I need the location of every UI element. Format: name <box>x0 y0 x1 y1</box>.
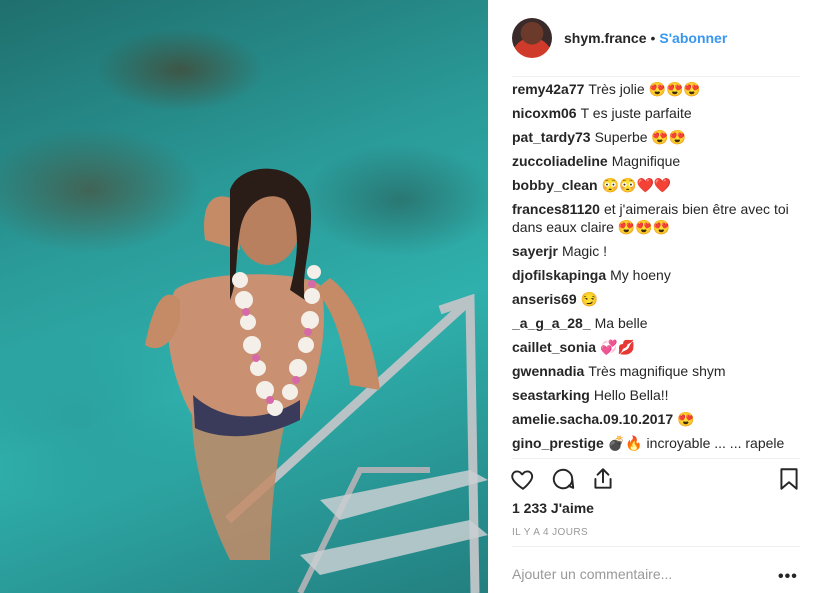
photo-illustration <box>145 168 488 593</box>
comment-text: 💞💋 <box>600 339 635 355</box>
comment-text: Très jolie 😍😍😍 <box>588 81 701 97</box>
comment-username[interactable]: amelie.sacha.09.10.2017 <box>512 411 673 427</box>
comment-text: Très magnifique shym <box>588 363 726 379</box>
comment-item: pat_tardy73 Superbe 😍😍 <box>512 128 802 146</box>
comment-text: Magnifique <box>611 153 681 169</box>
comment-item: sayerjr Magic ! <box>512 242 802 260</box>
comment-item: gino_prestige 💣🔥 incroyable ... ... rapel… <box>512 434 802 452</box>
header-divider <box>512 76 800 77</box>
comment-text: Ma belle <box>594 315 648 331</box>
comment-icon[interactable] <box>550 466 578 494</box>
comment-username[interactable]: caillet_sonia <box>512 339 596 355</box>
comment-username[interactable]: frances81120 <box>512 201 600 217</box>
comment-item: remy42a77 Très jolie 😍😍😍 <box>512 80 802 98</box>
comment-text: T es juste parfaite <box>580 105 692 121</box>
add-comment-input[interactable]: Ajouter un commentaire... <box>512 566 672 582</box>
comment-username[interactable]: seastarking <box>512 387 590 403</box>
comment-text: 💣🔥 incroyable ... ... rapele <box>607 435 785 451</box>
comment-text: Hello Bella!! <box>593 387 669 403</box>
post-photo[interactable] <box>0 0 488 593</box>
post-actions <box>508 466 804 496</box>
post-header: shym.france • S'abonner <box>512 16 788 60</box>
comment-item: frances81120 et j'aimerais bien être avec… <box>512 200 802 236</box>
avatar[interactable] <box>512 18 552 58</box>
comment-item: amelie.sacha.09.10.2017 😍 <box>512 410 802 428</box>
actions-divider <box>512 546 800 547</box>
header-separator: • <box>650 30 656 46</box>
comment-username[interactable]: sayerjr <box>512 243 558 259</box>
comment-item: caillet_sonia 💞💋 <box>512 338 802 356</box>
comment-username[interactable]: gino_prestige <box>512 435 604 451</box>
comment-item: seastarking Hello Bella!! <box>512 386 802 404</box>
comment-item: _a_g_a_28_ Ma belle <box>512 314 802 332</box>
comment-item: bobby_clean 😳😳❤️❤️ <box>512 176 802 194</box>
comment-text: My hoeny <box>610 267 671 283</box>
comment-username[interactable]: gwennadia <box>512 363 584 379</box>
comment-text: 😏 <box>580 291 599 307</box>
comment-username[interactable]: bobby_clean <box>512 177 598 193</box>
comment-username[interactable]: djofilskapinga <box>512 267 606 283</box>
follow-button[interactable]: S'abonner <box>659 30 727 46</box>
heart-icon[interactable] <box>510 466 538 494</box>
likes-count[interactable]: 1 233 J'aime <box>512 500 594 516</box>
comment-username[interactable]: pat_tardy73 <box>512 129 591 145</box>
comment-username[interactable]: nicoxm06 <box>512 105 577 121</box>
comment-text: 😳😳❤️❤️ <box>601 177 672 193</box>
comment-username[interactable]: _a_g_a_28_ <box>512 315 591 331</box>
comment-item: anseris69 😏 <box>512 290 802 308</box>
post-author-username[interactable]: shym.france <box>564 30 646 46</box>
comment-username[interactable]: anseris69 <box>512 291 577 307</box>
comment-text: 😍 <box>677 411 695 427</box>
comment-text: Magic ! <box>561 243 608 259</box>
comment-item: nicoxm06 T es juste parfaite <box>512 104 802 122</box>
comments-divider <box>512 458 800 459</box>
more-options-icon[interactable]: ••• <box>778 568 798 586</box>
post-side-panel: shym.france • S'abonner remy42a77 Très jo… <box>488 0 816 593</box>
comments-list[interactable]: remy42a77 Très jolie 😍😍😍 nicoxm06 T es jus… <box>512 80 802 458</box>
bookmark-icon[interactable] <box>776 466 804 494</box>
comment-item: djofilskapinga My hoeny <box>512 266 802 284</box>
comment-item: gwennadia Très magnifique shym <box>512 362 802 380</box>
post-timestamp[interactable]: IL Y A 4 JOURS <box>512 527 588 538</box>
comment-text: Superbe 😍😍 <box>594 129 687 145</box>
comment-username[interactable]: remy42a77 <box>512 81 584 97</box>
comment-item: zuccoliadeline Magnifique <box>512 152 802 170</box>
share-icon[interactable] <box>590 466 618 494</box>
comment-username[interactable]: zuccoliadeline <box>512 153 608 169</box>
